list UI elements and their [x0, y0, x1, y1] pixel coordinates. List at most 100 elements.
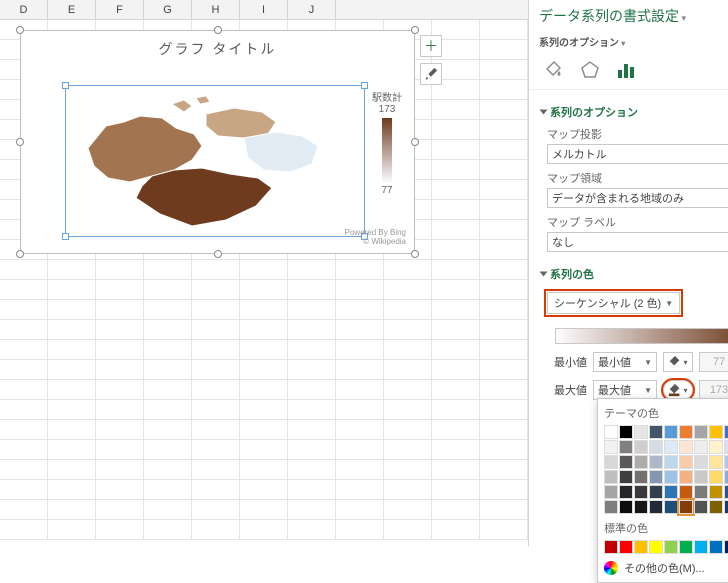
series-color-section[interactable]: 系列の色	[541, 266, 728, 282]
color-swatch[interactable]	[619, 440, 633, 454]
color-swatch[interactable]	[664, 455, 678, 469]
color-swatch[interactable]	[709, 540, 723, 554]
color-swatch[interactable]	[679, 455, 693, 469]
color-swatch[interactable]	[634, 540, 648, 554]
series-tab[interactable]	[615, 59, 637, 81]
color-swatch[interactable]	[694, 500, 708, 514]
resize-handle[interactable]	[214, 250, 222, 258]
labels-select[interactable]: なし	[547, 232, 728, 252]
color-swatch[interactable]	[709, 455, 723, 469]
color-swatch[interactable]	[604, 425, 618, 439]
fill-tab[interactable]	[543, 59, 565, 81]
color-swatch[interactable]	[649, 470, 663, 484]
color-swatch[interactable]	[619, 425, 633, 439]
legend[interactable]: 駅数計 173 77	[372, 89, 402, 196]
col-header[interactable]: E	[48, 0, 96, 19]
resize-handle[interactable]	[16, 26, 24, 34]
max-value[interactable]: 173	[699, 380, 728, 400]
chart-title[interactable]: グラフ タイトル	[21, 31, 414, 63]
max-color-button[interactable]: ▾	[663, 380, 693, 400]
color-swatch[interactable]	[694, 455, 708, 469]
color-swatch[interactable]	[724, 500, 728, 514]
color-swatch[interactable]	[709, 425, 723, 439]
color-swatch[interactable]	[649, 425, 663, 439]
color-swatch[interactable]	[664, 485, 678, 499]
color-swatch[interactable]	[634, 440, 648, 454]
region-islands[interactable]	[172, 96, 210, 112]
color-swatch[interactable]	[694, 470, 708, 484]
color-swatch[interactable]	[619, 455, 633, 469]
max-type-select[interactable]: 最大値▼	[593, 380, 657, 400]
color-swatch[interactable]	[724, 485, 728, 499]
resize-handle[interactable]	[411, 250, 419, 258]
color-swatch[interactable]	[694, 485, 708, 499]
color-swatch[interactable]	[634, 500, 648, 514]
color-swatch[interactable]	[664, 425, 678, 439]
color-swatch[interactable]	[724, 540, 728, 554]
color-swatch[interactable]	[679, 440, 693, 454]
color-swatch[interactable]	[709, 440, 723, 454]
min-type-select[interactable]: 最小値▼	[593, 352, 657, 372]
color-swatch[interactable]	[619, 470, 633, 484]
color-swatch[interactable]	[649, 440, 663, 454]
chart-object[interactable]: グラフ タイトル 駅数計 173 77 Powere	[20, 30, 415, 254]
resize-handle[interactable]	[214, 26, 222, 34]
color-swatch[interactable]	[664, 470, 678, 484]
gradient-preview[interactable]	[555, 328, 728, 344]
area-select[interactable]: データが含まれる地域のみ	[547, 188, 728, 208]
color-swatch[interactable]	[709, 500, 723, 514]
color-swatch[interactable]	[679, 500, 693, 514]
color-swatch[interactable]	[664, 440, 678, 454]
col-header[interactable]: G	[144, 0, 192, 19]
color-swatch[interactable]	[679, 425, 693, 439]
color-swatch[interactable]	[604, 540, 618, 554]
more-colors-button[interactable]: その他の色(M)...	[604, 560, 728, 576]
plot-area[interactable]	[65, 85, 365, 237]
color-swatch[interactable]	[634, 425, 648, 439]
color-swatch[interactable]	[649, 540, 663, 554]
chart-elements-button[interactable]: ＋	[420, 35, 442, 57]
series-options-dropdown[interactable]: 系列のオプション	[529, 32, 728, 55]
color-swatch[interactable]	[619, 500, 633, 514]
series-options-section[interactable]: 系列のオプション	[541, 104, 728, 120]
color-swatch[interactable]	[679, 485, 693, 499]
resize-handle[interactable]	[411, 26, 419, 34]
color-swatch[interactable]	[604, 500, 618, 514]
resize-handle[interactable]	[411, 138, 419, 146]
color-swatch[interactable]	[649, 485, 663, 499]
chart-styles-button[interactable]	[420, 63, 442, 85]
color-swatch[interactable]	[694, 540, 708, 554]
color-swatch[interactable]	[604, 455, 618, 469]
color-swatch[interactable]	[709, 485, 723, 499]
color-swatch[interactable]	[694, 425, 708, 439]
projection-select[interactable]: メルカトル	[547, 144, 728, 164]
col-header[interactable]: J	[288, 0, 336, 19]
min-color-button[interactable]: ▾	[663, 352, 693, 372]
region-tokushima[interactable]	[244, 132, 318, 172]
color-swatch[interactable]	[694, 440, 708, 454]
color-swatch[interactable]	[649, 500, 663, 514]
col-header[interactable]: I	[240, 0, 288, 19]
region-kochi[interactable]	[136, 168, 272, 226]
color-swatch[interactable]	[724, 455, 728, 469]
resize-handle[interactable]	[16, 138, 24, 146]
color-swatch[interactable]	[649, 455, 663, 469]
color-swatch[interactable]	[619, 485, 633, 499]
col-header[interactable]: D	[0, 0, 48, 19]
resize-handle[interactable]	[16, 250, 24, 258]
pane-title[interactable]: データ系列の書式設定	[539, 6, 686, 26]
color-swatch[interactable]	[679, 540, 693, 554]
col-header[interactable]: H	[192, 0, 240, 19]
color-swatch[interactable]	[664, 540, 678, 554]
color-swatch[interactable]	[709, 470, 723, 484]
color-swatch[interactable]	[634, 485, 648, 499]
color-swatch[interactable]	[604, 470, 618, 484]
min-value[interactable]: 77	[699, 352, 728, 372]
color-swatch[interactable]	[604, 485, 618, 499]
color-swatch[interactable]	[679, 470, 693, 484]
col-header[interactable]: F	[96, 0, 144, 19]
color-swatch[interactable]	[634, 470, 648, 484]
color-swatch[interactable]	[604, 440, 618, 454]
color-swatch[interactable]	[724, 440, 728, 454]
color-swatch[interactable]	[724, 470, 728, 484]
